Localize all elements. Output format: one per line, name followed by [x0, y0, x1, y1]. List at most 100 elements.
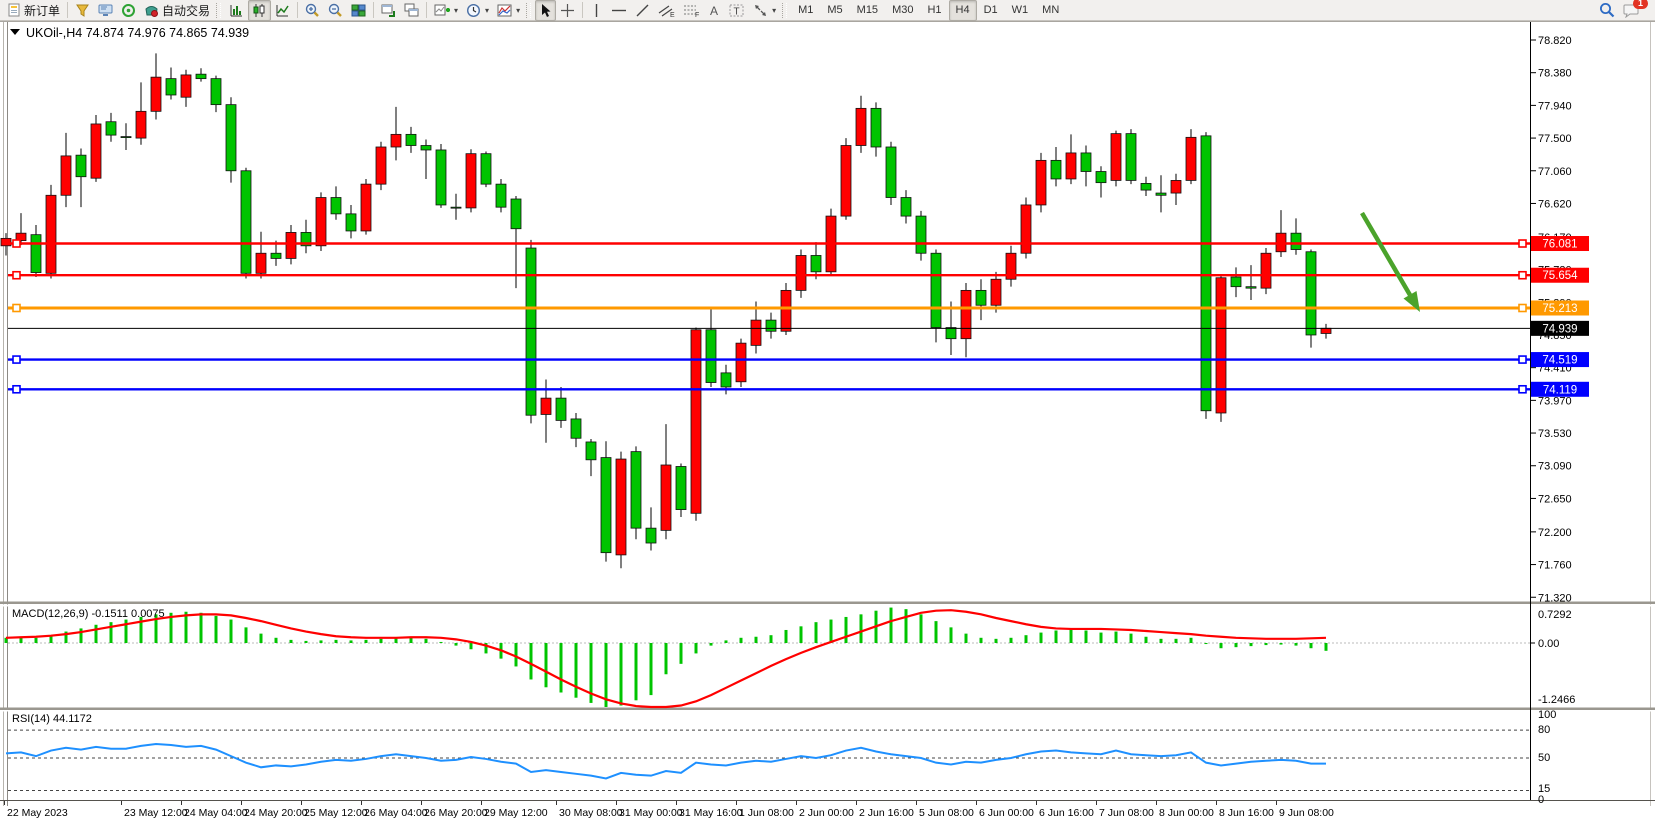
line-handle[interactable] — [1519, 240, 1526, 247]
new-chart-button[interactable]: ▾ — [430, 0, 462, 21]
timeframe-button-m30[interactable]: M30 — [885, 0, 920, 21]
crosshair-tool-button[interactable] — [556, 0, 579, 21]
macd-axis-zero: 0.00 — [1538, 638, 1559, 650]
chart-canvas[interactable]: 78.82078.38077.94077.50077.06076.62076.1… — [0, 0, 1655, 827]
tile-windows-button[interactable] — [347, 0, 370, 21]
notification-badge: 1 — [1633, 0, 1648, 9]
bear-candle — [676, 466, 686, 509]
timeframe-button-h1[interactable]: H1 — [920, 0, 948, 21]
new-order-button[interactable]: 新订单 — [3, 0, 64, 21]
zoom-out-icon — [328, 3, 343, 18]
bear-candle — [1141, 183, 1151, 190]
label-tool-button[interactable]: T — [725, 0, 749, 21]
bear-candle — [496, 184, 506, 207]
new-order-icon — [7, 3, 21, 17]
arrows-icon — [753, 3, 768, 18]
price-line-badge-label: 74.939 — [1542, 323, 1577, 335]
line-handle[interactable] — [1519, 272, 1526, 279]
timeframe-button-m5[interactable]: M5 — [820, 0, 849, 21]
bull-candle — [1021, 205, 1031, 253]
crosshair-icon — [560, 3, 575, 18]
rsi-axis-label: 100 — [1538, 709, 1556, 721]
timeframe-button-m1[interactable]: M1 — [791, 0, 820, 21]
funnel-button[interactable] — [71, 0, 94, 21]
line-handle[interactable] — [13, 356, 20, 363]
search-button[interactable] — [1595, 0, 1619, 21]
signal-icon — [121, 3, 136, 18]
bear-candle — [721, 373, 731, 387]
signal-button[interactable] — [117, 0, 140, 21]
bear-candle — [976, 290, 986, 305]
timeframe-button-h4[interactable]: H4 — [949, 0, 977, 21]
macd-axis-min: -1.2466 — [1538, 694, 1575, 706]
bear-candle — [586, 442, 596, 460]
time-tick-label: 24 May 04:00 — [184, 807, 248, 819]
price-tick-label: 71.320 — [1538, 592, 1572, 604]
new-order-label: 新订单 — [24, 2, 60, 19]
chart-window-bg — [0, 22, 1655, 827]
price-line-badge-label: 75.213 — [1542, 303, 1577, 315]
bull-candle — [316, 198, 326, 246]
bull-candle — [1036, 160, 1046, 205]
timeframe-button-m15[interactable]: M15 — [850, 0, 885, 21]
line-handle[interactable] — [13, 272, 20, 279]
bar-chart-button[interactable] — [225, 0, 248, 21]
time-tick-label: 5 Jun 08:00 — [919, 807, 974, 819]
line-handle[interactable] — [1519, 305, 1526, 312]
cascade-windows-button[interactable] — [400, 0, 423, 21]
time-tick-label: 8 Jun 00:00 — [1159, 807, 1214, 819]
funnel-icon — [75, 3, 90, 18]
line-handle[interactable] — [13, 240, 20, 247]
auto-trading-button[interactable]: 自动交易 — [140, 0, 214, 21]
line-handle[interactable] — [1519, 386, 1526, 393]
timeframe-button-d1[interactable]: D1 — [977, 0, 1005, 21]
zoom-in-button[interactable] — [301, 0, 324, 21]
label-icon: T — [729, 3, 745, 18]
line-chart-button[interactable] — [271, 0, 294, 21]
zoom-out-button[interactable] — [324, 0, 347, 21]
text-icon: A — [708, 3, 721, 18]
arrange-windows-button[interactable] — [377, 0, 400, 21]
cursor-tool-button[interactable] — [535, 0, 556, 21]
rsi-axis-label: 0 — [1538, 794, 1544, 806]
line-chart-icon — [275, 3, 290, 18]
separator — [297, 2, 298, 18]
fibonacci-tool-button[interactable]: F — [679, 0, 704, 21]
line-handle[interactable] — [13, 386, 20, 393]
timeframe-button-w1[interactable]: W1 — [1005, 0, 1036, 21]
price-tick-label: 77.060 — [1538, 166, 1572, 178]
terminal-button[interactable] — [94, 0, 117, 21]
bull-candle — [841, 146, 851, 217]
time-tick-label: 23 May 12:00 — [124, 807, 188, 819]
template-button[interactable]: ▾ — [493, 0, 524, 21]
dropdown-caret: ▾ — [485, 6, 489, 15]
bear-candle — [1291, 233, 1301, 249]
bull-candle — [541, 398, 551, 414]
period-button[interactable]: ▾ — [462, 0, 493, 21]
bear-candle — [31, 235, 41, 273]
vertical-line-tool-button[interactable] — [586, 0, 607, 21]
bear-candle — [106, 122, 116, 135]
bear-candle — [1126, 134, 1136, 181]
timeframe-button-mn[interactable]: MN — [1035, 0, 1066, 21]
time-tick-label: 6 Jun 00:00 — [979, 807, 1034, 819]
channel-tool-button[interactable]: E — [654, 0, 679, 21]
line-handle[interactable] — [1519, 356, 1526, 363]
bull-candle — [256, 253, 266, 273]
trendline-tool-button[interactable] — [631, 0, 654, 21]
horizontal-line-tool-button[interactable] — [607, 0, 631, 21]
line-handle[interactable] — [13, 305, 20, 312]
template-icon — [497, 3, 512, 18]
bear-candle — [901, 198, 911, 217]
arrows-tool-button[interactable]: ▾ — [749, 0, 780, 21]
time-tick-label: 2 Jun 16:00 — [859, 807, 914, 819]
bull-candle — [781, 290, 791, 331]
dropdown-caret: ▾ — [454, 6, 458, 15]
time-tick-label: 26 May 04:00 — [364, 807, 428, 819]
notifications-button[interactable]: 1 — [1619, 0, 1644, 21]
bull-candle — [616, 459, 626, 555]
candlestick-chart-button[interactable] — [248, 0, 271, 21]
bear-candle — [886, 147, 896, 198]
bear-candle — [1306, 252, 1316, 335]
text-tool-button[interactable]: A — [704, 0, 725, 21]
